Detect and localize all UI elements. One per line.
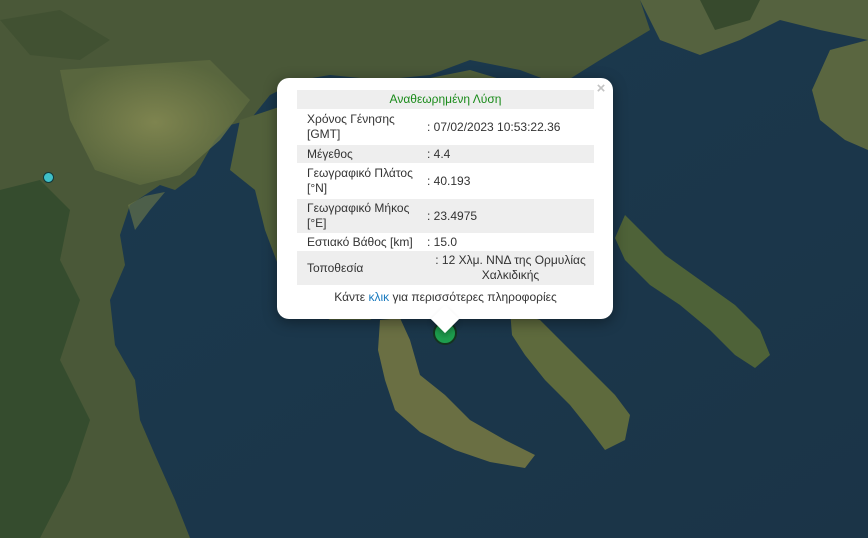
row-label: Εστιακό Βάθος [km] [297,233,417,251]
table-row: Χρόνος Γένησης [GMT] : 07/02/2023 10:53:… [297,109,594,145]
row-value: : 15.0 [417,233,594,251]
row-value: : 4.4 [417,145,594,163]
row-value: : 23.4975 [417,199,594,233]
more-prefix: Κάντε [334,290,369,304]
table-row: Γεωγραφικό Μήκος [°E] : 23.4975 [297,199,594,233]
row-label: Γεωγραφικό Πλάτος [°N] [297,163,417,199]
details-table: Χρόνος Γένησης [GMT] : 07/02/2023 10:53:… [297,109,594,285]
row-value: : 12 Χλμ. ΝΝΔ της Ορμυλίας Χαλκιδικής [417,251,594,285]
station-marker[interactable] [43,172,54,183]
row-label: Γεωγραφικό Μήκος [°E] [297,199,417,233]
row-label: Τοποθεσία [297,251,417,285]
table-row: Γεωγραφικό Πλάτος [°N] : 40.193 [297,163,594,199]
more-info-link[interactable]: κλικ [368,290,389,304]
table-row: Μέγεθος : 4.4 [297,145,594,163]
popup-header: Αναθεωρημένη Λύση [297,90,594,109]
row-label: Χρόνος Γένησης [GMT] [297,109,417,145]
close-button[interactable]: × [595,81,607,96]
popup-content: Αναθεωρημένη Λύση Χρόνος Γένησης [GMT] :… [297,90,594,304]
more-info-text: Κάντε κλικ για περισσότερες πληροφορίες [297,290,594,304]
more-suffix: για περισσότερες πληροφορίες [389,290,557,304]
row-value: : 40.193 [417,163,594,199]
row-label: Μέγεθος [297,145,417,163]
table-row: Εστιακό Βάθος [km] : 15.0 [297,233,594,251]
row-value: : 07/02/2023 10:53:22.36 [417,109,594,145]
table-row: Τοποθεσία : 12 Χλμ. ΝΝΔ της Ορμυλίας Χαλ… [297,251,594,285]
earthquake-popup: × Αναθεωρημένη Λύση Χρόνος Γένησης [GMT]… [277,78,613,334]
